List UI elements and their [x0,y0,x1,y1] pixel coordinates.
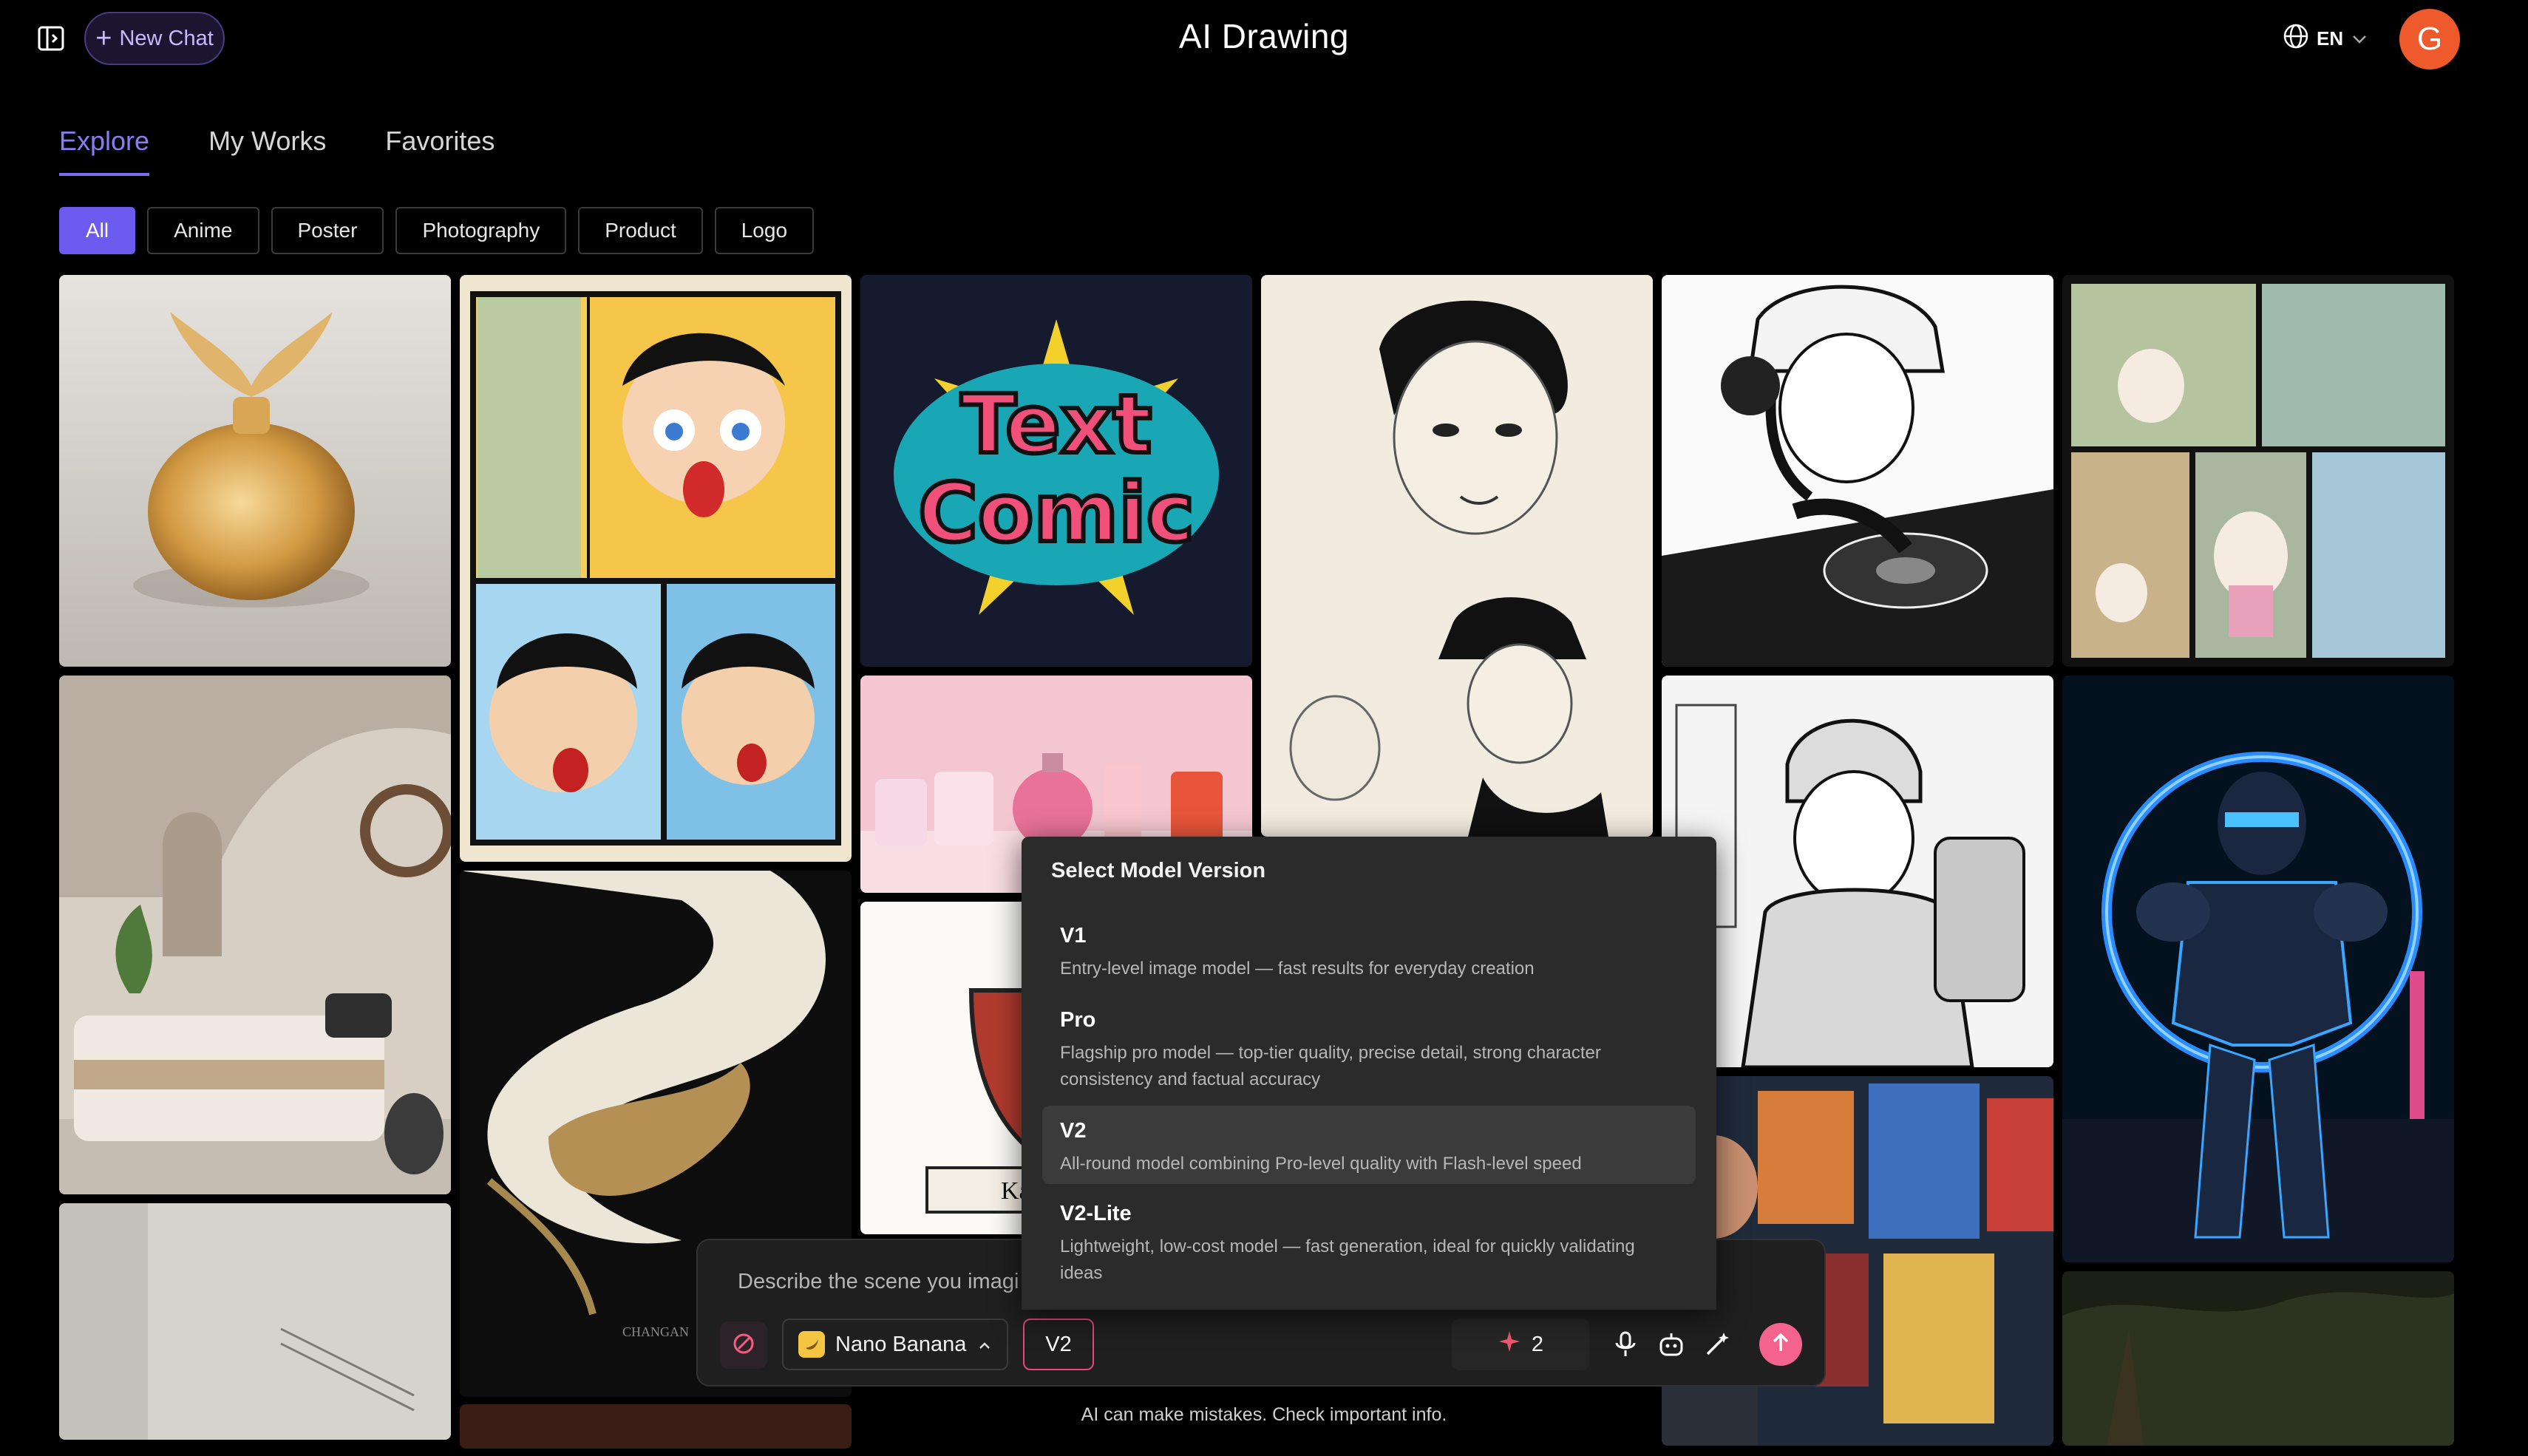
page-title: AI Drawing [1179,17,1349,55]
model-select-dropdown[interactable]: Nano Banana [782,1319,1008,1370]
model-option-description: Flagship pro model — top-tier quality, p… [1060,1043,1601,1089]
gallery-item-perfume-bottle[interactable] [59,275,451,667]
app-root: + New Chat AI Drawing EN G Explore My Wo… [0,0,2528,1456]
version-button[interactable]: V2 [1023,1319,1094,1370]
gallery-item-sketch-portraits[interactable] [1261,275,1653,837]
credits-badge: 2 [1452,1319,1589,1370]
gallery-item-text-comic[interactable]: Text Comic [860,275,1252,667]
gallery-item-bedroom[interactable] [59,676,451,1194]
language-label: EN [2317,27,2344,50]
model-select-label: Nano Banana [835,1332,967,1356]
language-selector[interactable]: EN [2283,22,2368,55]
disclaimer: AI can make mistakes. Check important in… [1081,1404,1447,1425]
palette-button[interactable] [720,1321,767,1369]
tab-favorites[interactable]: Favorites [385,126,495,176]
filter-chips: All Anime Poster Photography Product Log… [59,207,815,254]
model-option-v2-lite[interactable]: V2-Lite Lightweight, low-cost model — fa… [1042,1188,1696,1296]
banana-icon [798,1331,825,1358]
model-option-description: Entry-level image model — fast results f… [1060,959,1535,979]
model-option-description: Lightweight, low-cost model — fast gener… [1060,1236,1635,1283]
gallery-item-robot-neon[interactable] [2062,676,2454,1262]
popup-title: Select Model Version [1051,859,1266,882]
filter-product[interactable]: Product [578,207,703,254]
globe-icon [2283,23,2309,55]
gallery-item-manga-lamb[interactable] [2062,275,2454,667]
chevron-down-icon [2351,27,2368,50]
model-option-name: Pro [1060,1008,1096,1032]
chevron-up-icon [977,1333,992,1357]
filter-poster[interactable]: Poster [271,207,384,254]
palette-icon [731,1331,756,1360]
tab-bar: Explore My Works Favorites [59,126,495,176]
comic-title-line2: Comic [918,466,1195,560]
model-version-popup: Select Model Version V1 Entry-level imag… [1022,837,1716,1310]
filter-photography[interactable]: Photography [395,207,567,254]
model-option-v1[interactable]: V1 Entry-level image model — fast result… [1042,911,1696,992]
comic-title-line1: Text [961,377,1152,472]
tab-my-works[interactable]: My Works [208,126,326,176]
gallery-item-comic-panels[interactable] [460,275,852,862]
model-option-description: All-round model combining Pro-level qual… [1060,1154,1582,1174]
model-option-v2[interactable]: V2 All-round model combining Pro-level q… [1042,1106,1696,1184]
filter-logo[interactable]: Logo [714,207,815,254]
gallery-item-dj-girl[interactable] [1662,275,2053,667]
robot-icon[interactable] [1653,1326,1690,1363]
filter-all[interactable]: All [59,207,136,254]
arrow-up-icon [1770,1332,1791,1358]
tab-explore[interactable]: Explore [59,126,150,176]
credits-count: 2 [1531,1332,1544,1356]
poster-caption: CHANGAN [622,1324,689,1339]
model-option-name: V2-Lite [1060,1202,1132,1225]
gallery-item-girl-backpack[interactable] [1662,676,2053,1067]
prompt-input[interactable]: Describe the scene you imagi [738,1270,1019,1294]
model-option-pro[interactable]: Pro Flagship pro model — top-tier qualit… [1042,995,1696,1103]
send-button[interactable] [1759,1323,1802,1366]
sparkle-icon [1498,1330,1521,1359]
magic-wand-icon[interactable] [1699,1326,1736,1363]
microphone-icon[interactable] [1607,1326,1644,1363]
filter-anime[interactable]: Anime [147,207,259,254]
model-option-name: V1 [1060,924,1087,948]
avatar[interactable]: G [2399,9,2460,69]
model-option-name: V2 [1060,1119,1087,1143]
